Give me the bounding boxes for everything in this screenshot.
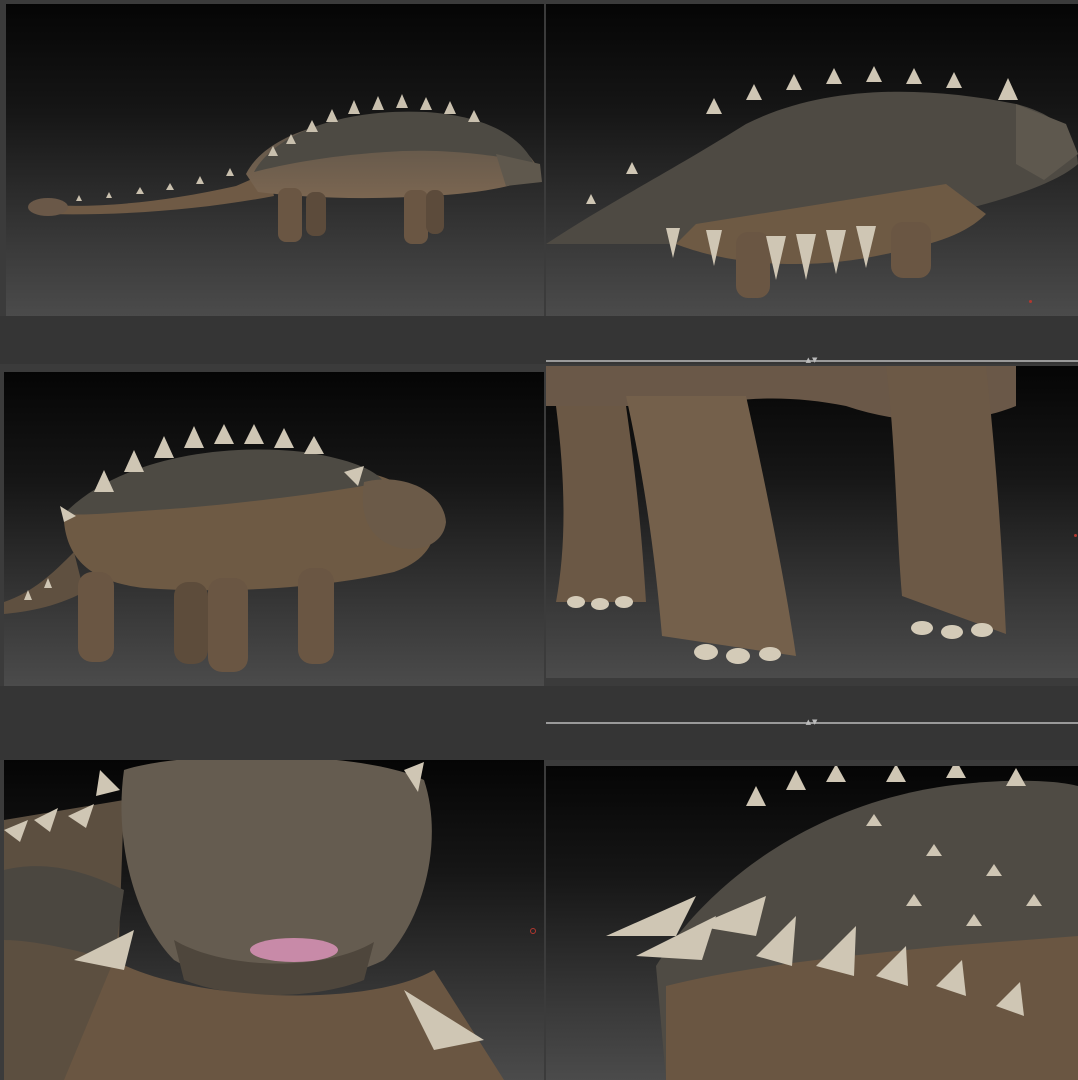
- ankylosaur-head-render: [4, 760, 504, 1080]
- divider-line: ▲▼: [546, 357, 1078, 364]
- viewport-armor-closeup[interactable]: [546, 766, 1078, 1080]
- divider-line: ▲▼: [546, 719, 1078, 726]
- ankylosaur-feet-render: [546, 366, 1016, 664]
- viewport-front-quarter[interactable]: [4, 372, 544, 686]
- viewport-full-side[interactable]: [6, 4, 544, 316]
- ankylosaur-rear-render: [546, 66, 1078, 298]
- ankylosaur-side-render: [28, 94, 542, 244]
- ankylosaur-front-render: [4, 424, 446, 672]
- ankylosaur-armor-render: [606, 766, 1078, 1080]
- drag-handle-icon[interactable]: ▲▼: [788, 719, 836, 726]
- transform-pivot-icon[interactable]: [530, 928, 536, 934]
- transform-pivot-icon[interactable]: [1074, 534, 1077, 537]
- viewport-divider-bottom: ▲▼: [0, 686, 1078, 760]
- viewport-divider-top: ▲▼: [0, 316, 1078, 364]
- viewport-head-closeup[interactable]: [4, 760, 544, 1080]
- drag-handle-icon[interactable]: ▲▼: [788, 357, 836, 364]
- transform-pivot-icon[interactable]: [1029, 300, 1032, 303]
- viewport-rear-quarter[interactable]: [546, 4, 1078, 316]
- viewport-feet-closeup[interactable]: [546, 366, 1078, 678]
- render-sheet: ▲▼ ▲▼: [0, 0, 1078, 1080]
